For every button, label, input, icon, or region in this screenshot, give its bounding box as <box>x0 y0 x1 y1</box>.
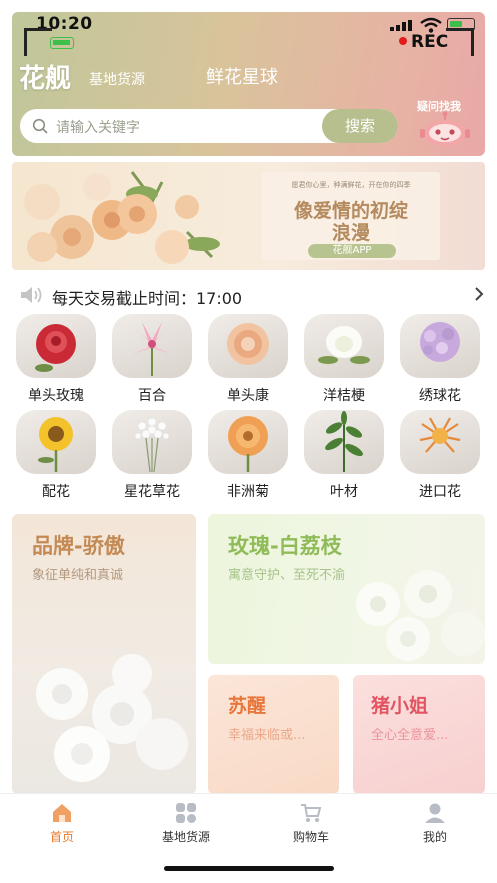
imported-flower-icon <box>400 410 480 474</box>
rose-bouquet-icon <box>24 171 220 264</box>
category-label: 单头康 <box>227 388 269 404</box>
tab-home[interactable]: 首页 <box>2 802 122 852</box>
category-rose[interactable]: 单头玫瑰 <box>12 314 96 404</box>
category-label: 洋桔梗 <box>323 388 365 404</box>
tab-cart[interactable]: 购物车 <box>251 802 371 852</box>
speaker-icon <box>21 287 42 303</box>
category-gerbera[interactable]: 非洲菊 <box>204 410 288 500</box>
category-label: 叶材 <box>330 484 358 500</box>
rose-title: 玫瑰-白荔枝 <box>228 534 342 558</box>
tab-profile[interactable]: 我的 <box>375 802 495 852</box>
tab-label: 基地货源 <box>161 830 210 844</box>
leaf-icon <box>304 410 384 474</box>
search-input[interactable]: 请输入关键字 <box>56 117 140 137</box>
zhu-card[interactable]: 猪小姐 全心全意爱... <box>353 675 485 794</box>
category-label: 进口花 <box>419 484 461 500</box>
search-bar[interactable]: 请输入关键字 搜索 <box>20 109 398 143</box>
rose-card[interactable]: 玫瑰-白荔枝 寓意守护、至死不渝 <box>208 514 485 664</box>
zhu-title: 猪小姐 <box>371 695 429 717</box>
category-imported[interactable]: 进口花 <box>396 410 480 500</box>
wifi-icon <box>420 17 442 33</box>
lily-icon <box>112 314 192 378</box>
category-label: 单头玫瑰 <box>28 388 84 404</box>
home-icon <box>53 804 71 822</box>
babys-breath-icon <box>112 410 192 474</box>
category-lily[interactable]: 百合 <box>108 314 192 404</box>
grid-icon <box>176 803 196 823</box>
brand-subtitle: 象征单纯和真诚 <box>32 568 124 583</box>
rose-subtitle: 寓意守护、至死不渝 <box>228 568 346 583</box>
banner-card: 愿君你心里，种满鲜花，开在你的四季 像爱情的初绽 浪漫 花舰APP <box>262 172 440 260</box>
tab-label: 我的 <box>422 830 447 844</box>
chevron-right-icon[interactable] <box>474 286 484 302</box>
app-screen: 10:20 REC 花舰 基地货源 鲜花星球 请输入关键字 搜索 疑问找我 愿君… <box>0 0 497 883</box>
category-grid: 单头玫瑰 百合 单头康 洋桔梗 绣球花 配花 星花草花 非洲菊 叶材 进口花 <box>12 314 485 506</box>
category-label: 绣球花 <box>419 388 461 404</box>
search-button[interactable]: 搜索 <box>322 109 398 143</box>
signal-icon <box>390 20 412 31</box>
category-label: 非洲菊 <box>227 484 269 500</box>
promo-cards: 品牌-骄傲 象征单纯和真诚 玫瑰-白荔枝 寓意守护、至死不渝 苏醒 幸福来临或.… <box>12 514 485 794</box>
profile-icon <box>425 803 445 823</box>
record-dot-icon <box>399 37 407 45</box>
gerbera-icon <box>208 410 288 474</box>
category-label: 星花草花 <box>124 484 180 500</box>
red-rose-icon <box>16 314 96 378</box>
cart-icon <box>301 804 322 822</box>
tab-label: 首页 <box>49 830 74 844</box>
frame-corner-icon <box>446 28 474 56</box>
zhu-subtitle: 全心全意爱... <box>371 728 449 743</box>
notice-bar[interactable]: 每天交易截止时间：17:00 <box>12 276 485 314</box>
eustoma-icon <box>304 314 384 378</box>
home-indicator[interactable] <box>164 866 334 871</box>
hydrangea-icon <box>400 314 480 378</box>
brand-title: 品牌-骄傲 <box>32 534 125 558</box>
banner-title: 像爱情的初绽 浪漫 <box>293 200 408 244</box>
banner-app-button[interactable]: 花舰APP <box>308 244 396 258</box>
brand-card[interactable]: 品牌-骄傲 象征单纯和真诚 <box>12 514 196 794</box>
promo-banner[interactable]: 愿君你心里，种满鲜花，开在你的四季 像爱情的初绽 浪漫 花舰APP <box>12 162 485 270</box>
white-rose-bouquet-icon <box>36 654 188 782</box>
category-filler[interactable]: 配花 <box>12 410 96 500</box>
search-icon <box>32 118 48 134</box>
suxing-card[interactable]: 苏醒 幸福来临或... <box>208 675 339 794</box>
banner-tagline: 愿君你心里，种满鲜花，开在你的四季 <box>291 181 411 189</box>
rec-label: REC <box>411 32 449 52</box>
tab-base-supply[interactable]: 基地货源 <box>126 802 246 852</box>
category-eustoma[interactable]: 洋桔梗 <box>300 314 384 404</box>
suxing-title: 苏醒 <box>228 695 267 717</box>
category-hydrangea[interactable]: 绣球花 <box>396 314 480 404</box>
tab-label: 购物车 <box>292 830 329 844</box>
logo-subtitle: 基地货源 <box>89 72 145 88</box>
suxing-subtitle: 幸福来临或... <box>228 728 306 743</box>
category-label: 百合 <box>138 388 166 404</box>
sunflower-icon <box>16 410 96 474</box>
category-carnation[interactable]: 单头康 <box>204 314 288 404</box>
robot-assistant-icon[interactable] <box>417 111 473 147</box>
carnation-icon <box>208 314 288 378</box>
category-leaf[interactable]: 叶材 <box>300 410 384 500</box>
frame-corner-icon <box>24 28 52 56</box>
battery-indicator-icon <box>50 37 74 49</box>
category-label: 配花 <box>42 484 70 500</box>
category-babys-breath[interactable]: 星花草花 <box>108 410 192 500</box>
white-lychee-rose-icon <box>356 570 485 661</box>
status-bar: 10:20 REC <box>0 0 497 52</box>
app-title: 鲜花星球 <box>206 67 278 88</box>
cutoff-time-text: 每天交易截止时间：17:00 <box>52 289 243 308</box>
app-logo: 花舰 <box>19 64 72 94</box>
